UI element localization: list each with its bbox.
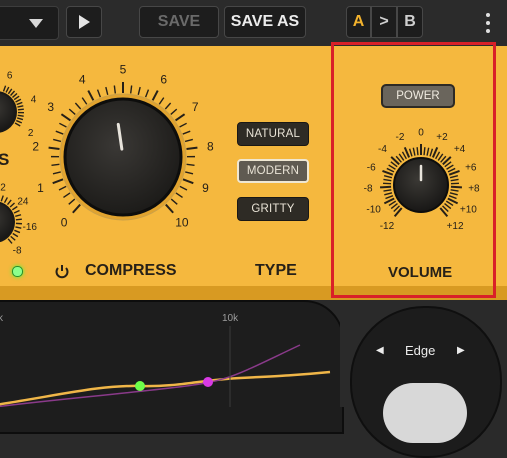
compress-scale-tick (180, 123, 187, 127)
eq-freq-label-left: k (0, 313, 3, 324)
compress-scale-tick (159, 98, 164, 105)
compress-scale-tick (53, 179, 63, 183)
left-top-scale-tick (18, 109, 24, 110)
compress-scale-tick (59, 186, 66, 190)
left-top-scale-tick (8, 89, 11, 94)
left-bottom-scale-tick (8, 200, 12, 205)
left-bottom-scale-tick (16, 219, 22, 220)
compress-scale-tick (146, 90, 149, 97)
compress-scale-tick (131, 86, 132, 94)
compress-scale-tick (185, 172, 193, 174)
left-bottom-scale-tick (14, 230, 20, 232)
left-bottom-scale-tick (12, 207, 17, 210)
left-bottom-scale-tick (5, 197, 8, 202)
left-top-scale-tick (16, 121, 22, 123)
left-bottom-scale-tick (10, 203, 14, 207)
compress-scale-tick (138, 87, 140, 95)
compress-scale-tick (69, 199, 75, 204)
eq-freq-label: 10k (222, 313, 238, 324)
type-natural-button[interactable]: NATURAL (237, 122, 309, 146)
left-bottom-scale-tick (8, 239, 12, 244)
compress-scale-tick (88, 91, 93, 101)
compress-scale-tick (98, 90, 101, 97)
partial-knob-bottom[interactable] (0, 202, 14, 242)
compress-scale-tick (171, 199, 177, 204)
type-label: TYPE (255, 262, 297, 280)
compress-power-icon[interactable] (57, 265, 68, 277)
status-led (12, 266, 23, 277)
edge-selector-label: Edge (405, 343, 435, 358)
eq-panel[interactable] (0, 300, 344, 434)
compress-scale-tick (49, 148, 60, 149)
left-top-scale-tick (6, 87, 9, 92)
compress-label: COMPRESS (85, 262, 177, 280)
left-top-scale-tick (4, 86, 6, 92)
compress-scale-tick (53, 139, 61, 141)
compress-scale-tick (69, 109, 75, 114)
left-bottom-scale-tick (15, 227, 21, 228)
left-top-scale-tick (12, 93, 16, 97)
compress-scale-tick (63, 193, 70, 197)
edge-next-icon[interactable]: ▶ (457, 345, 465, 356)
compress-knob[interactable] (65, 99, 181, 215)
volume-highlight-box (331, 42, 496, 298)
compress-scale-tick (183, 179, 193, 183)
compress-scale-tick (73, 205, 80, 213)
compress-scale-tick (176, 114, 185, 120)
type-gritty-button[interactable]: GRITTY (237, 197, 309, 221)
left-top-scale-tick (17, 102, 23, 104)
left-bottom-scale-tick (15, 215, 21, 217)
compress-scale-tick (165, 103, 170, 109)
edge-knob-cap (383, 383, 467, 443)
compress-scale-tick (51, 164, 59, 165)
compress-scale-tick (180, 186, 187, 190)
edge-prev-icon[interactable]: ◀ (376, 345, 384, 356)
compress-scale-tick (171, 109, 177, 114)
left-bottom-scale-tick (11, 236, 16, 240)
left-bottom-scale-tick (14, 210, 19, 212)
left-top-scale-tick (17, 118, 23, 120)
left-bottom-scale-tick (1, 196, 3, 202)
left-top-scale-tick (16, 99, 21, 102)
compress-scale-tick (186, 148, 197, 149)
compress-scale-tick (82, 98, 87, 105)
compress-scale-tick (106, 87, 108, 95)
left-top-scale-tick (11, 91, 15, 95)
left-top-scale-tick (18, 115, 24, 116)
compress-scale-tick (187, 164, 195, 165)
compress-knob-group (49, 82, 198, 220)
left-top-scale-tick (17, 106, 23, 107)
left-bottom-scale-tick (13, 233, 18, 236)
compress-scale-tick (153, 91, 158, 101)
compress-scale-tick (176, 193, 183, 197)
compress-scale-tick (166, 205, 173, 213)
compress-scale-tick (185, 139, 193, 141)
compress-scale-tick (53, 172, 61, 174)
partial-knob-top[interactable] (0, 92, 16, 132)
left-top-scale-tick (14, 96, 19, 99)
compress-scale-tick (75, 103, 80, 109)
compress-scale-tick (59, 123, 66, 127)
left-top-scale-tick (15, 123, 20, 126)
type-modern-button[interactable]: MODERN (237, 159, 309, 183)
compress-scale-tick (114, 86, 115, 94)
left-knob-label: S (0, 150, 9, 170)
compress-scale-tick (183, 131, 190, 134)
compress-scale-tick (61, 114, 70, 120)
compress-scale-tick (56, 131, 63, 134)
